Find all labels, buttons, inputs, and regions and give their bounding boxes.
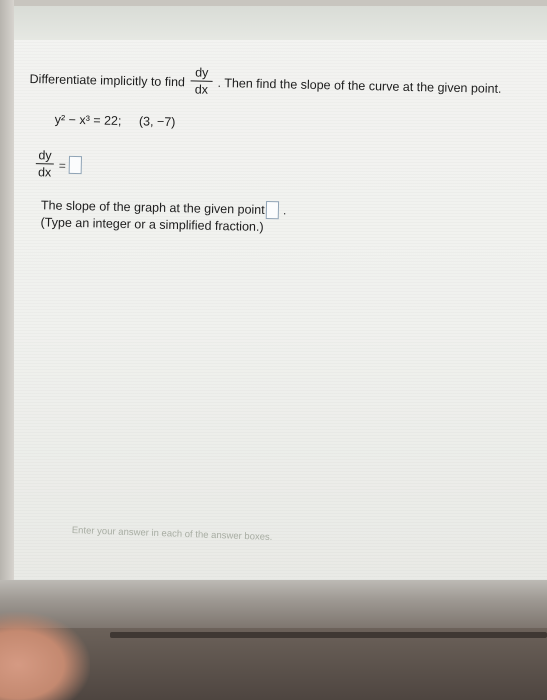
answer-instruction: Enter your answer in each of the answer …	[71, 525, 273, 543]
dydx-label: dy dx	[35, 148, 55, 180]
screen-bezel-left	[0, 0, 14, 585]
dydx-answer-input[interactable]	[68, 155, 82, 175]
browser-content: Differentiate implicitly to find dy dx .…	[14, 6, 547, 580]
slope-hint: (Type an integer or a simplified fractio…	[40, 215, 264, 234]
fraction-denominator: dx	[194, 82, 209, 97]
question-instruction: Differentiate implicitly to find dy dx .…	[29, 60, 535, 111]
question-panel: Differentiate implicitly to find dy dx .…	[29, 60, 535, 233]
header-strip	[14, 6, 547, 40]
slope-question: The slope of the graph at the given poin…	[40, 198, 278, 218]
dydx-numerator: dy	[38, 148, 52, 163]
question-text-before: Differentiate implicitly to find	[29, 71, 186, 90]
dydx-denominator: dx	[37, 165, 52, 180]
curve-equation: y² − x³ = 22; (3, −7)	[55, 113, 176, 130]
slope-period: .	[282, 203, 287, 218]
dydx-answer-row: dy dx =	[35, 148, 156, 185]
slope-answer-input[interactable]	[265, 200, 280, 220]
fraction-numerator: dy	[195, 65, 209, 80]
equation-lhs: y² − x³ = 22;	[54, 112, 122, 128]
keyboard-hinge	[110, 632, 547, 638]
finger-blur	[0, 612, 90, 700]
equals-sign: =	[58, 158, 66, 173]
given-point: (3, −7)	[138, 114, 176, 130]
question-text-after: . Then find the slope of the curve at th…	[217, 75, 502, 96]
derivative-fraction: dy dx	[190, 65, 213, 97]
